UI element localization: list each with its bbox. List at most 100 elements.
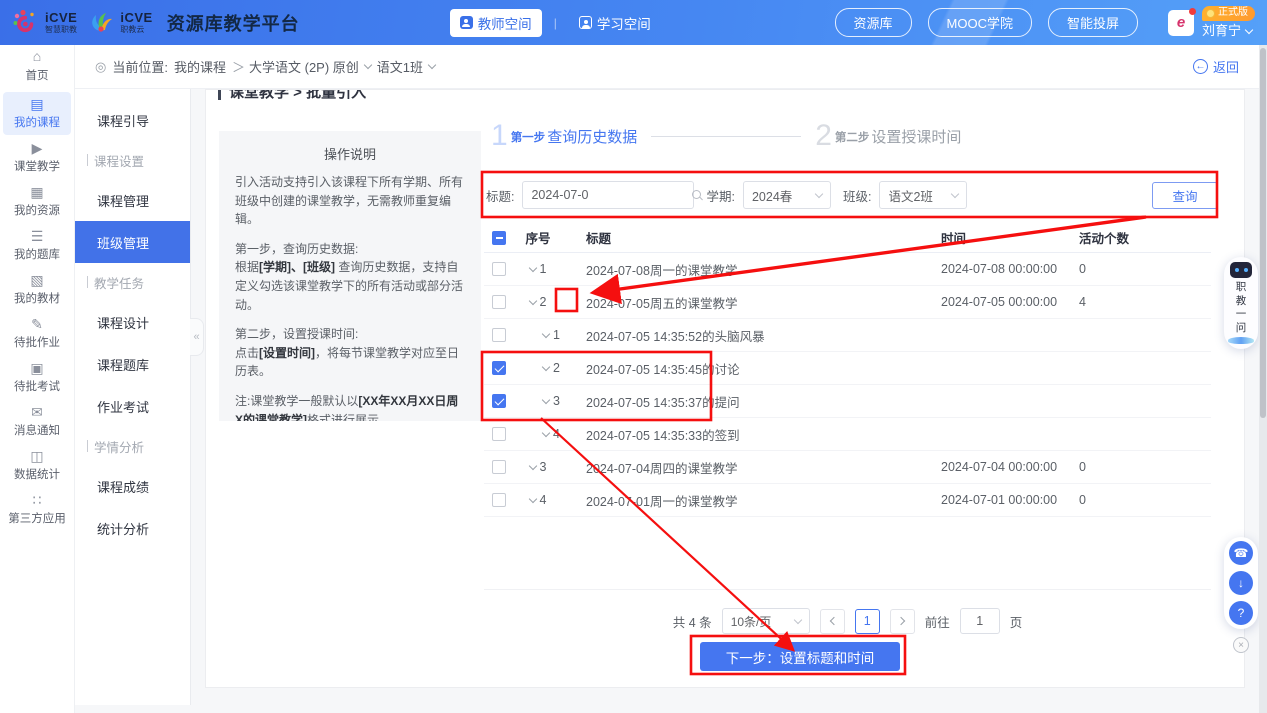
- sidebar-item-我的课程[interactable]: ▤ 我的课程: [3, 92, 71, 135]
- expand-row-icon[interactable]: [528, 263, 536, 271]
- zhijiao-assistant-widget[interactable]: 职教一问: [1224, 257, 1258, 349]
- course-menu-item-作业考试[interactable]: 作业考试: [75, 385, 190, 427]
- sidebar-item-icon: ✉: [31, 405, 43, 420]
- row-checkbox[interactable]: [492, 328, 506, 342]
- row-checkbox[interactable]: [492, 361, 506, 375]
- user-block[interactable]: e 正式版 刘育宁: [1168, 6, 1255, 39]
- resource-library-button[interactable]: 资源库: [835, 8, 912, 37]
- sidebar-item-课堂教学[interactable]: ▶ 课堂教学: [3, 136, 71, 179]
- help-icon[interactable]: ?: [1229, 601, 1253, 625]
- mooc-college-button[interactable]: MOOC学院: [928, 8, 1032, 37]
- row-checkbox[interactable]: [492, 394, 506, 408]
- semester-filter-label: 学期:: [706, 186, 734, 205]
- row-title: 2024-07-05 14:35:52的头脑风暴: [562, 326, 941, 345]
- instructions-panel: 操作说明 引入活动支持引入该课程下所有学期、所有班级中创建的课堂教学，无需教师重…: [219, 131, 481, 421]
- title-filter-label: 标题:: [486, 186, 514, 205]
- step-indicator: 1 第一步 查询历史数据 2 第二步 设置授课时间: [491, 118, 961, 154]
- instructions-title: 操作说明: [235, 144, 465, 163]
- sidebar-item-label: 我的资源: [14, 202, 60, 218]
- row-checkbox[interactable]: [492, 493, 506, 507]
- sidebar-item-待批考试[interactable]: ▣ 待批考试: [3, 356, 71, 399]
- course-menu-item-统计分析[interactable]: 统计分析: [75, 507, 190, 549]
- logo-icve-zhihuizhijiao: iCVE 智慧职教: [12, 9, 77, 36]
- class-select[interactable]: 语文2班: [879, 181, 967, 209]
- search-icon[interactable]: [692, 190, 703, 201]
- sidebar-item-我的教材[interactable]: ▧ 我的教材: [3, 268, 71, 311]
- select-all-checkbox[interactable]: [492, 231, 506, 245]
- sidebar-item-第三方应用[interactable]: ∷ 第三方应用: [3, 488, 71, 531]
- learning-space-icon: [579, 16, 592, 29]
- chevron-down-icon: [815, 189, 823, 197]
- title-search-field[interactable]: [522, 181, 694, 209]
- query-button[interactable]: 查询: [1152, 182, 1218, 209]
- course-menu-item-课程题库[interactable]: 课程题库: [75, 343, 190, 385]
- col-count: 活动个数: [1079, 228, 1211, 247]
- smart-cast-button[interactable]: 智能投屏: [1048, 8, 1138, 37]
- sidebar-item-label: 我的教材: [14, 290, 60, 306]
- course-menu-item-班级管理[interactable]: 班级管理: [75, 221, 190, 263]
- row-checkbox[interactable]: [492, 460, 506, 474]
- sidebar-item-待批作业[interactable]: ✎ 待批作业: [3, 312, 71, 355]
- location-pin-icon: ◎: [95, 59, 106, 75]
- expand-row-icon[interactable]: [542, 362, 550, 370]
- expand-row-icon[interactable]: [542, 395, 550, 403]
- page-scrollbar[interactable]: [1259, 45, 1267, 713]
- nav-teacher-space[interactable]: 教师空间: [450, 9, 542, 37]
- row-checkbox[interactable]: [492, 427, 506, 441]
- sidebar-item-我的题库[interactable]: ☰ 我的题库: [3, 224, 71, 267]
- icve-shell-logo-icon: [87, 9, 114, 36]
- goto-page-input[interactable]: [960, 608, 1000, 634]
- instruction-paragraph: 引入活动支持引入该课程下所有学期、所有班级中创建的课堂教学，无需教师重复编辑。: [235, 173, 465, 229]
- breadcrumb-class-select[interactable]: 语文1班: [377, 57, 435, 76]
- course-menu-section: 学情分析: [75, 427, 190, 465]
- expand-row-icon[interactable]: [528, 296, 536, 304]
- download-icon[interactable]: ↓: [1229, 571, 1253, 595]
- course-menu-item-课程成绩[interactable]: 课程成绩: [75, 465, 190, 507]
- sidebar-item-我的资源[interactable]: ▦ 我的资源: [3, 180, 71, 223]
- icve-swirl-logo-icon: [12, 9, 39, 36]
- expand-row-icon[interactable]: [528, 461, 536, 469]
- sidebar-item-icon: ▶: [32, 141, 43, 156]
- row-title: 2024-07-01周一的课堂教学: [562, 491, 941, 510]
- expand-row-icon[interactable]: [542, 428, 550, 436]
- row-checkbox[interactable]: [492, 295, 506, 309]
- back-button[interactable]: ← 返回: [1193, 57, 1239, 76]
- scrollbar-thumb[interactable]: [1260, 48, 1266, 418]
- prev-page-button[interactable]: [820, 609, 845, 634]
- semester-select[interactable]: 2024春: [743, 181, 831, 209]
- avatar[interactable]: e: [1168, 10, 1194, 36]
- course-menu-item-课程管理[interactable]: 课程管理: [75, 179, 190, 221]
- row-checkbox[interactable]: [492, 262, 506, 276]
- course-menu-item-课程引导[interactable]: 课程引导: [75, 99, 190, 141]
- menu-collapse-handle[interactable]: «: [190, 318, 204, 356]
- robot-icon: [1230, 262, 1252, 278]
- breadcrumb-course-select[interactable]: 大学语文 (2P) 原创: [249, 57, 371, 76]
- support-icon[interactable]: ☎: [1229, 541, 1253, 565]
- course-menu-item-课程设计[interactable]: 课程设计: [75, 301, 190, 343]
- row-title: 2024-07-05 14:35:37的提问: [562, 392, 941, 411]
- row-number: 1: [540, 262, 547, 276]
- breadcrumb-my-courses[interactable]: 我的课程: [174, 57, 226, 76]
- assistant-wave-decoration: [1228, 337, 1254, 344]
- sidebar-item-icon: ▦: [30, 185, 43, 200]
- sidebar-item-首页[interactable]: ⌂ 首页: [3, 45, 71, 87]
- expand-row-icon[interactable]: [542, 329, 550, 337]
- page-size-select[interactable]: 10条/页: [722, 608, 810, 634]
- header-nav: 教师空间 | 学习空间: [450, 9, 661, 37]
- next-page-button[interactable]: [890, 609, 915, 634]
- breadcrumb-separator: ＞: [232, 57, 245, 76]
- chevron-right-icon: [896, 617, 904, 625]
- title-search-input[interactable]: [531, 188, 692, 202]
- next-step-button[interactable]: 下一步：设置标题和时间: [700, 642, 900, 671]
- nav-learning-space[interactable]: 学习空间: [569, 9, 661, 37]
- course-menu: 课程引导课程设置课程管理班级管理教学任务课程设计课程题库作业考试学情分析课程成绩…: [75, 89, 191, 705]
- sidebar-item-icon: ⌂: [33, 49, 41, 64]
- row-title: 2024-07-05周五的课堂教学: [562, 293, 941, 312]
- sidebar-item-消息通知[interactable]: ✉ 消息通知: [3, 400, 71, 443]
- sidebar-item-数据统计[interactable]: ◫ 数据统计: [3, 444, 71, 487]
- current-page[interactable]: 1: [855, 609, 880, 634]
- username[interactable]: 刘育宁: [1202, 23, 1252, 39]
- table-header: 序号 标题 时间 活动个数: [484, 223, 1211, 253]
- expand-row-icon[interactable]: [528, 494, 536, 502]
- fab-collapse-button[interactable]: ×: [1233, 637, 1249, 653]
